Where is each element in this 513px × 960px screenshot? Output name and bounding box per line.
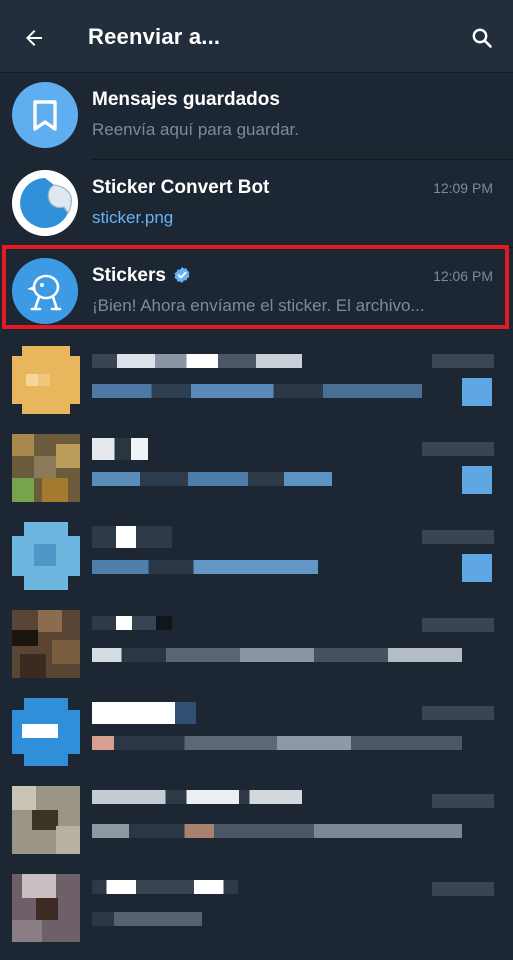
pixelated-avatar bbox=[12, 610, 80, 678]
censored-message bbox=[92, 560, 318, 574]
censored-name bbox=[92, 616, 172, 630]
censored-time bbox=[432, 354, 494, 368]
chat-name: Sticker Convert Bot bbox=[92, 177, 270, 198]
chat-name: Stickers bbox=[92, 265, 190, 287]
chat-time: 12:09 PM bbox=[433, 180, 493, 196]
pixelated-avatar bbox=[12, 786, 80, 854]
pixelated-avatar bbox=[12, 874, 80, 942]
censored-time bbox=[422, 530, 494, 544]
censored-message bbox=[92, 824, 462, 838]
chat-row-censored[interactable] bbox=[0, 864, 513, 952]
chat-list: Mensajes guardados Reenvía aquí para gua… bbox=[0, 72, 513, 952]
pixelated-avatar bbox=[12, 346, 80, 414]
censored-message bbox=[92, 736, 462, 750]
censored-name bbox=[92, 702, 196, 724]
censored-badge bbox=[462, 554, 492, 582]
app-header: Reenviar a... bbox=[0, 0, 513, 72]
chat-row-censored[interactable] bbox=[0, 600, 513, 688]
back-button[interactable] bbox=[14, 18, 54, 58]
avatar bbox=[12, 82, 78, 148]
censored-message bbox=[92, 384, 422, 398]
search-button[interactable] bbox=[462, 18, 502, 58]
censored-badge bbox=[462, 466, 492, 494]
censored-name bbox=[92, 354, 302, 368]
censored-time bbox=[432, 882, 494, 896]
sticker-peel-icon bbox=[12, 170, 78, 236]
censored-time bbox=[432, 794, 494, 808]
chat-subtitle: Reenvía aquí para guardar. bbox=[92, 120, 299, 139]
pixelated-avatar bbox=[12, 698, 80, 766]
arrow-left-icon bbox=[26, 30, 42, 46]
search-icon bbox=[472, 28, 492, 48]
avatar bbox=[12, 258, 78, 324]
avatar bbox=[12, 170, 78, 236]
page-title: Reenviar a... bbox=[88, 24, 221, 49]
chat-time: 12:06 PM bbox=[433, 268, 493, 284]
chat-subtitle: ¡Bien! Ahora envíame el sticker. El arch… bbox=[92, 296, 425, 315]
verified-badge-icon bbox=[174, 267, 190, 283]
censored-message bbox=[92, 912, 202, 926]
censored-message bbox=[92, 472, 332, 486]
censored-badge bbox=[462, 378, 492, 406]
censored-message bbox=[92, 648, 462, 662]
chat-name-text: Stickers bbox=[92, 265, 166, 286]
bookmark-icon bbox=[33, 100, 57, 131]
chat-row-censored[interactable] bbox=[0, 424, 513, 512]
chat-row-censored[interactable] bbox=[0, 512, 513, 600]
chat-row-censored[interactable] bbox=[0, 336, 513, 424]
censored-name bbox=[92, 790, 302, 804]
chat-row-sticker-convert-bot[interactable]: Sticker Convert Bot 12:09 PM sticker.png bbox=[0, 160, 513, 248]
pixelated-avatar bbox=[12, 434, 80, 502]
censored-name bbox=[92, 880, 238, 894]
censored-name bbox=[92, 526, 172, 548]
pixelated-avatar bbox=[12, 522, 80, 590]
duck-icon bbox=[12, 258, 78, 324]
censored-time bbox=[422, 706, 494, 720]
censored-name bbox=[92, 438, 148, 460]
censored-time bbox=[422, 442, 494, 456]
chat-name: Mensajes guardados bbox=[92, 89, 280, 110]
chat-row-censored[interactable] bbox=[0, 776, 513, 864]
chat-row-censored[interactable] bbox=[0, 688, 513, 776]
chat-row-saved-messages[interactable]: Mensajes guardados Reenvía aquí para gua… bbox=[0, 72, 513, 160]
censored-time bbox=[422, 618, 494, 632]
chat-subtitle: sticker.png bbox=[92, 208, 174, 227]
chat-row-stickers[interactable]: Stickers 12:06 PM ¡Bien! Ahora envíame e… bbox=[0, 248, 513, 336]
